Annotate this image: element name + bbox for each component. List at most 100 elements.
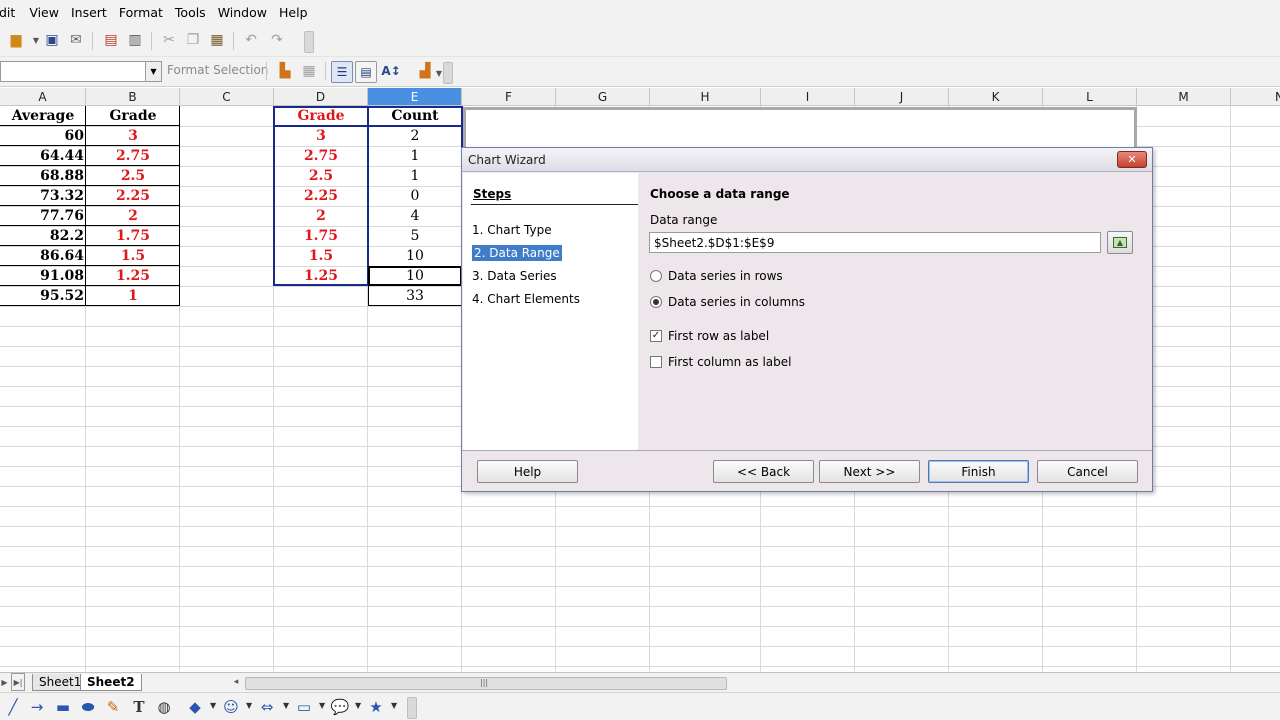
table-cell[interactable]: 73.32 [0,186,86,206]
table-cell[interactable]: 1.25 [86,266,180,286]
table-cell[interactable]: 1 [368,146,462,166]
column-header-m[interactable]: M [1137,88,1231,106]
scale-text-icon[interactable]: A↕ [381,61,401,81]
stars-icon[interactable]: ★ [367,698,385,716]
table-cell[interactable]: 1.5 [86,246,180,266]
scroll-last-icon[interactable]: ▶| [11,673,25,691]
table-cell[interactable]: 3 [274,126,368,146]
line-icon[interactable]: ╱ [4,698,22,716]
chevron-down-icon[interactable]: ▼ [210,701,216,710]
column-header-i[interactable]: I [761,88,855,106]
menu-edit[interactable]: dit [0,5,29,20]
chevron-down-icon[interactable]: ▼ [391,701,397,710]
table-cell[interactable]: 2 [86,206,180,226]
column-header-b[interactable]: B [86,88,180,106]
chart-type-icon[interactable]: ▙ [275,61,295,81]
checkbox-first-column[interactable] [650,356,662,368]
chevron-down-icon[interactable]: ▼ [246,701,252,710]
table-cell[interactable]: 95.52 [0,286,86,306]
symbol-shapes-icon[interactable]: ☺ [222,698,240,716]
option-first-row-label[interactable]: ✓ First row as label [650,329,769,343]
header-grade-range[interactable]: Grade [274,106,368,126]
total-cell[interactable]: 33 [368,286,462,306]
paste-icon[interactable]: ▦ [207,30,227,50]
table-cell[interactable]: 2.25 [86,186,180,206]
menu-tools[interactable]: Tools [175,5,218,20]
horizontal-grids-icon[interactable]: ☰ [331,61,353,83]
radio-columns[interactable] [650,296,662,308]
format-selection-button[interactable]: Format Selection [167,63,268,77]
cut-icon[interactable]: ✂ [159,30,179,50]
back-button[interactable]: << Back [713,460,814,483]
column-header-h[interactable]: H [650,88,761,106]
table-cell[interactable]: 2.75 [86,146,180,166]
arrow-line-icon[interactable]: → [28,698,46,716]
menu-insert[interactable]: Insert [71,5,119,20]
table-cell[interactable]: 2.5 [274,166,368,186]
column-header-l[interactable]: L [1043,88,1137,106]
column-header-c[interactable]: C [180,88,274,106]
toolbar-handle[interactable] [304,31,314,53]
table-cell[interactable]: 2.75 [274,146,368,166]
header-grade[interactable]: Grade [86,106,180,126]
table-cell[interactable]: 91.08 [0,266,86,286]
table-cell[interactable]: 1 [368,166,462,186]
table-cell[interactable]: 82.2 [0,226,86,246]
basic-shapes-icon[interactable]: ◆ [186,698,204,716]
table-cell[interactable]: 4 [368,206,462,226]
data-table-icon[interactable]: ▦ [299,61,319,81]
text-icon[interactable]: T [130,698,148,716]
menu-window[interactable]: Window [218,5,279,20]
table-cell[interactable]: 1.5 [274,246,368,266]
column-header-e[interactable]: E [368,88,462,106]
active-cell[interactable]: 10 [368,266,462,286]
print-icon[interactable]: ▥ [125,30,145,50]
step-chart-elements[interactable]: 4. Chart Elements [472,292,580,306]
undo-icon[interactable]: ↶ [241,30,261,50]
option-first-column-label[interactable]: First column as label [650,355,792,369]
column-header-a[interactable]: A [0,88,86,106]
table-cell[interactable]: 2.25 [274,186,368,206]
menu-help[interactable]: Help [279,5,320,20]
freeform-icon[interactable]: ✎ [104,698,122,716]
step-chart-type[interactable]: 1. Chart Type [472,223,552,237]
menu-format[interactable]: Format [119,5,175,20]
table-cell[interactable]: 2 [368,126,462,146]
block-arrows-icon[interactable]: ⇔ [258,698,276,716]
table-cell[interactable]: 10 [368,246,462,266]
radio-rows[interactable] [650,270,662,282]
table-cell[interactable]: 77.76 [0,206,86,226]
flowchart-icon[interactable]: ▭ [295,698,313,716]
cancel-button[interactable]: Cancel [1037,460,1138,483]
table-cell[interactable]: 1.25 [274,266,368,286]
table-cell[interactable]: 5 [368,226,462,246]
toolbar-handle[interactable] [407,697,417,719]
menu-view[interactable]: View [29,5,71,20]
rectangle-icon[interactable]: ▬ [54,698,72,716]
table-cell[interactable]: 1.75 [274,226,368,246]
dialog-title[interactable]: Chart Wizard [462,148,1152,172]
horizontal-scrollbar[interactable]: ||| [245,677,727,690]
option-series-columns[interactable]: Data series in columns [650,295,805,309]
column-header-f[interactable]: F [462,88,556,106]
option-series-rows[interactable]: Data series in rows [650,269,783,283]
sheet-tab-2[interactable]: Sheet2 [80,674,142,691]
chevron-down-icon[interactable]: ▼ [319,701,325,710]
scroll-prev-icon[interactable]: ▶ [0,673,9,691]
ellipse-icon[interactable]: ⬬ [79,698,97,716]
callouts-icon[interactable]: 💬 [331,698,350,716]
checkbox-first-row[interactable]: ✓ [650,330,662,342]
chevron-down-icon[interactable]: ▼ [145,62,161,81]
close-button[interactable]: ✕ [1117,151,1147,168]
header-average[interactable]: Average [0,106,86,126]
table-cell[interactable]: 68.88 [0,166,86,186]
table-cell[interactable]: 60 [0,126,86,146]
column-header-k[interactable]: K [949,88,1043,106]
legend-icon[interactable]: ▤ [355,61,377,83]
table-cell[interactable]: 0 [368,186,462,206]
redo-icon[interactable]: ↷ [267,30,287,50]
callout-icon[interactable]: ◍ [155,698,173,716]
step-data-series[interactable]: 3. Data Series [472,269,557,283]
save-icon[interactable]: ▣ [42,30,62,50]
table-cell[interactable]: 2 [274,206,368,226]
